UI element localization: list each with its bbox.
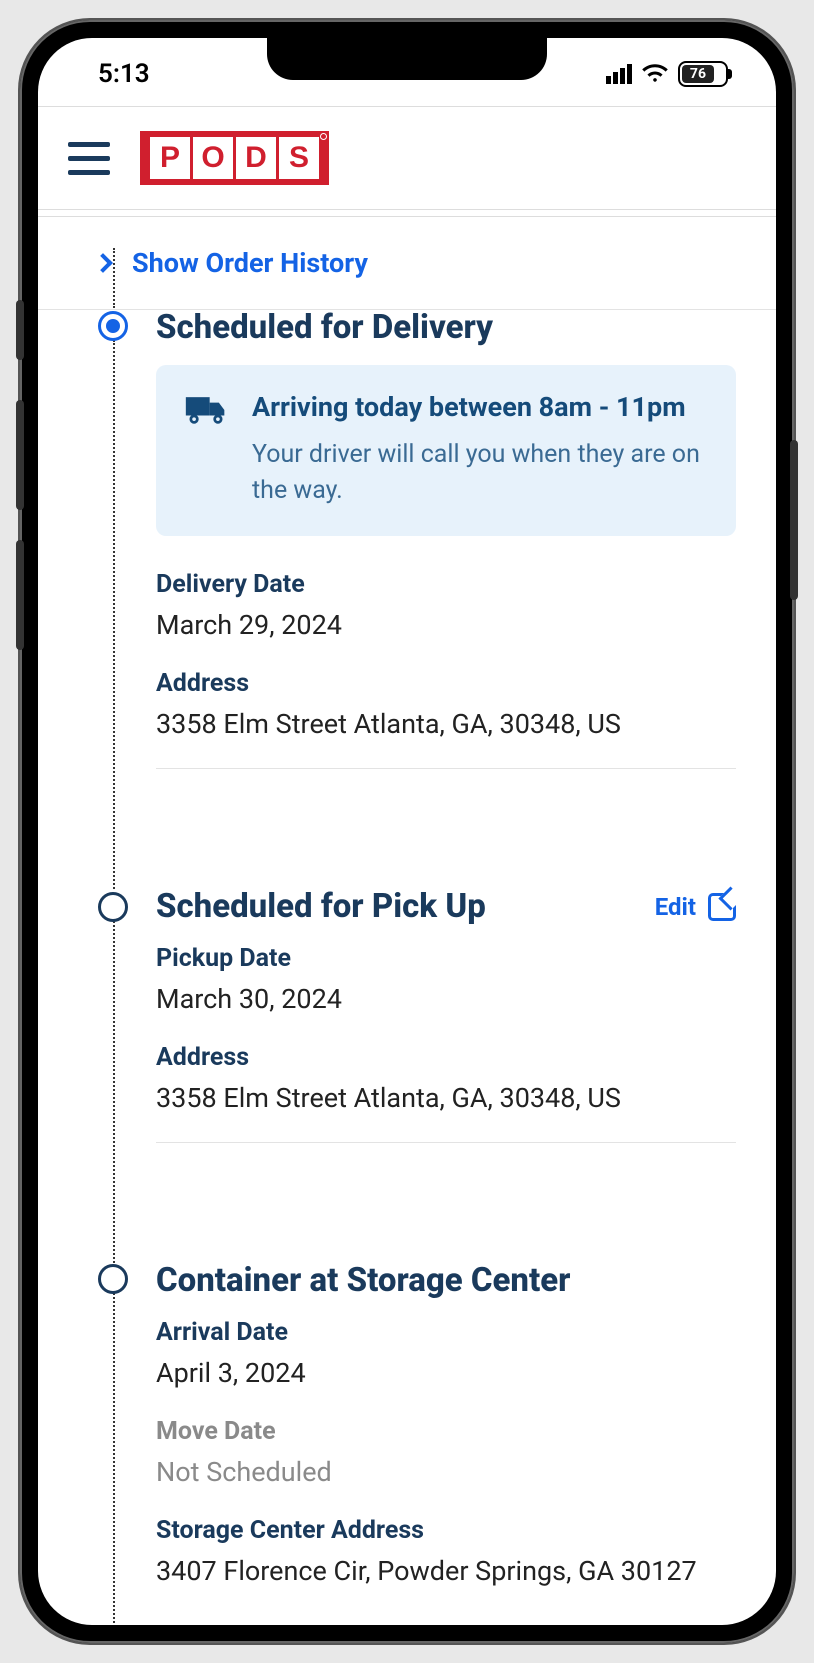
timeline-step-pickup: Scheduled for Pick Up Edit Pickup Date M… [98,889,736,1263]
timeline-marker-icon [98,1264,128,1294]
status-time: 5:13 [98,59,150,89]
delivery-alert: Arriving today between 8am - 11pm Your d… [156,365,736,536]
battery-level: 76 [682,65,714,83]
field-value: 3358 Elm Street Atlanta, GA, 30348, US [156,1082,736,1114]
field-label: Pickup Date [156,944,736,973]
step-title: Scheduled for Pick Up [156,887,486,926]
order-content: Show Order History Scheduled for Deliver… [38,217,776,1624]
field-value: Not Scheduled [156,1456,736,1488]
field-value: April 3, 2024 [156,1357,736,1389]
timeline-connector [113,921,115,1263]
section-divider [156,768,736,769]
arrival-date-field: Arrival Date April 3, 2024 [156,1318,736,1389]
timeline-marker-active-icon [98,311,128,341]
phone-volume-up [16,400,24,510]
timeline-connector [113,340,115,889]
field-value: March 30, 2024 [156,983,736,1015]
field-value: 3407 Florence Cir, Powder Springs, GA 30… [156,1555,736,1587]
battery-icon: 76 [678,61,728,87]
field-label: Storage Center Address [156,1516,736,1545]
timeline-step-delivery: Scheduled for Delivery [98,308,736,889]
order-timeline: Scheduled for Delivery [38,308,776,1624]
timeline-connector [113,248,115,308]
move-date-field: Move Date Not Scheduled [156,1417,736,1488]
phone-screen: 5:13 76 P O D S [38,38,776,1625]
edit-pickup-button[interactable]: Edit [655,893,736,921]
history-toggle-label: Show Order History [132,247,368,279]
field-value: March 29, 2024 [156,609,736,641]
menu-button[interactable] [68,142,110,175]
phone-volume-down [16,540,24,650]
field-value: 3358 Elm Street Atlanta, GA, 30348, US [156,708,736,740]
pickup-date-field: Pickup Date March 30, 2024 [156,944,736,1015]
field-label: Delivery Date [156,570,736,599]
phone-silence-switch [16,300,24,360]
section-divider [156,1142,736,1143]
step-title: Container at Storage Center [156,1261,736,1300]
app-header: P O D S [38,107,776,209]
chevron-right-icon [93,253,113,273]
field-label: Arrival Date [156,1318,736,1347]
field-label: Address [156,1043,736,1072]
timeline-step-storage: Container at Storage Center Arrival Date… [98,1261,736,1625]
delivery-address-field: Address 3358 Elm Street Atlanta, GA, 303… [156,669,736,740]
pickup-address-field: Address 3358 Elm Street Atlanta, GA, 303… [156,1043,736,1114]
phone-power-button [790,440,798,600]
edit-icon [708,893,736,921]
storage-address-field: Storage Center Address 3407 Florence Cir… [156,1516,736,1587]
timeline-marker-icon [98,892,128,922]
alert-title: Arriving today between 8am - 11pm [252,391,708,423]
field-label: Move Date [156,1417,736,1446]
step-title: Scheduled for Delivery [156,308,736,347]
field-label: Address [156,669,736,698]
phone-notch [267,38,547,80]
wifi-icon [642,59,668,89]
delivery-date-field: Delivery Date March 29, 2024 [156,570,736,641]
show-order-history-button[interactable]: Show Order History [38,217,776,310]
edit-label: Edit [655,893,696,921]
truck-icon [184,391,228,510]
timeline-connector [113,1293,115,1625]
cellular-signal-icon [606,64,632,84]
brand-logo[interactable]: P O D S [140,131,329,185]
alert-subtitle: Your driver will call you when they are … [252,437,708,510]
phone-device-frame: 5:13 76 P O D S [20,20,794,1643]
